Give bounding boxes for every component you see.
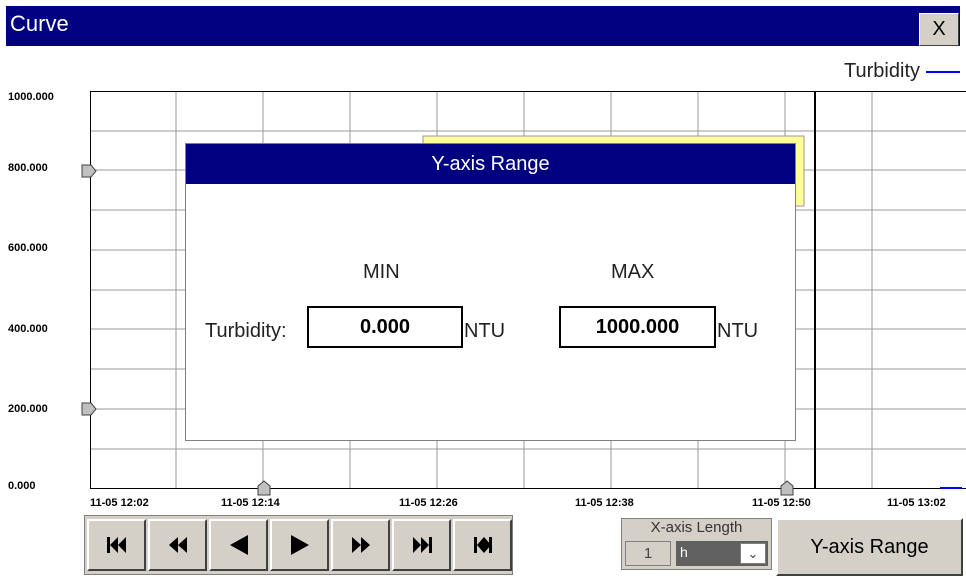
y-tick-label: 800.000 (8, 162, 48, 174)
min-unit-label: NTU (464, 320, 506, 342)
title-bar: Curve X (6, 6, 960, 46)
chevron-down-icon[interactable]: ⌄ (740, 543, 766, 564)
x-tick-label: 11-05 12:02 (90, 497, 149, 509)
y-tick-label: 400.000 (8, 323, 48, 335)
x-axis-length-input[interactable]: 1 (625, 541, 671, 566)
y-cursor-marker-top[interactable] (81, 164, 97, 178)
x-tick-label: 11-05 13:02 (887, 497, 946, 509)
first-icon (106, 537, 126, 553)
y-tick-label: 200.000 (8, 403, 48, 415)
x-axis-length-panel: X-axis Length 1 h ⌄ (621, 518, 772, 570)
y-tick-label: 0.000 (8, 480, 36, 492)
last-button[interactable] (392, 519, 451, 571)
x-axis-unit-select[interactable]: h ⌄ (676, 541, 768, 566)
turbidity-label: Turbidity: (205, 320, 287, 342)
max-value-input[interactable]: 1000.000 (559, 306, 716, 348)
max-unit-label: NTU (717, 320, 759, 342)
step-back-button[interactable] (209, 519, 268, 571)
y-tick-label: 600.000 (8, 242, 48, 254)
step-back-icon (229, 535, 248, 555)
reset-icon (473, 537, 492, 553)
close-button[interactable]: X (919, 13, 959, 46)
x-axis-unit-value: h (680, 544, 688, 560)
fast-forward-button[interactable] (331, 519, 390, 571)
dialog-title: Y-axis Range (186, 144, 795, 184)
fast-rewind-button[interactable] (148, 519, 207, 571)
fast-rewind-icon (168, 537, 187, 553)
window-title: Curve (10, 11, 69, 36)
y-tick-label: 1000.000 (8, 91, 54, 103)
x-axis-length-title: X-axis Length (650, 519, 743, 536)
min-value-input[interactable]: 0.000 (307, 306, 463, 348)
last-icon (412, 537, 432, 553)
x-cursor-marker-left[interactable] (257, 480, 271, 496)
navigation-toolbar (84, 515, 513, 575)
x-tick-label: 11-05 12:50 (752, 497, 811, 509)
chart-legend: Turbidity (844, 60, 960, 83)
min-header: MIN (363, 261, 400, 283)
y-axis-range-button[interactable]: Y-axis Range (776, 518, 963, 576)
y-axis-range-dialog: Y-axis Range MIN MAX Turbidity: 0.000 NT… (185, 143, 796, 441)
first-button[interactable] (87, 519, 146, 571)
legend-label: Turbidity (844, 60, 920, 82)
x-cursor-marker-right[interactable] (780, 480, 794, 496)
step-forward-icon (290, 535, 309, 555)
y-cursor-marker-bottom[interactable] (81, 402, 97, 416)
x-tick-label: 11-05 12:14 (221, 497, 280, 509)
max-header: MAX (611, 261, 655, 283)
fast-forward-icon (351, 537, 370, 553)
x-tick-label: 11-05 12:26 (399, 497, 458, 509)
legend-line (926, 70, 960, 73)
reset-button[interactable] (453, 519, 512, 571)
x-tick-label: 11-05 12:38 (575, 497, 634, 509)
step-forward-button[interactable] (270, 519, 329, 571)
